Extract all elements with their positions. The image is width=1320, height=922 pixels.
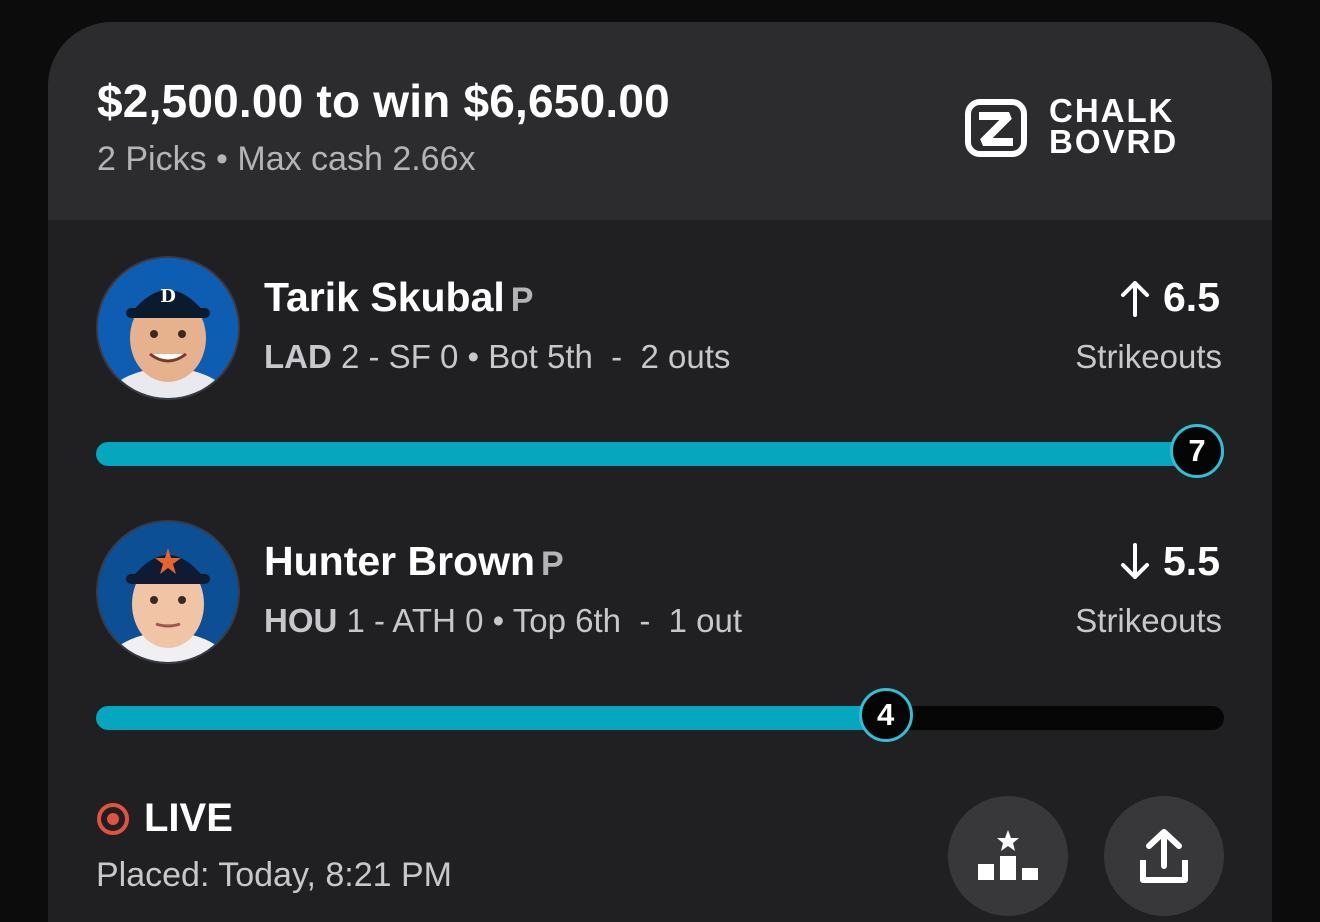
game-score: 1 - ATH 0 • Top 6th - 1 out (346, 602, 743, 639)
progress-track: 4 (96, 688, 1224, 742)
live-status: LIVE (96, 796, 233, 841)
player-team: HOU (264, 602, 338, 639)
progress-fill (96, 442, 1224, 466)
progress-current-value: 4 (858, 688, 913, 742)
bet-title: $2,500.00 to win $6,650.00 (97, 75, 670, 127)
arrow-down-icon (1121, 542, 1149, 579)
stat-type: Strikeouts (1075, 602, 1222, 639)
live-indicator-icon (97, 802, 129, 835)
stat-type: Strikeouts (1075, 338, 1222, 375)
share-icon (1140, 829, 1188, 883)
brand-line-1: CHALK (1049, 92, 1175, 129)
chalkboard-logo-icon (965, 99, 1027, 157)
pick-line: 5.5 (1119, 538, 1220, 585)
pick-line: 6.5 (1119, 274, 1220, 321)
pick-row[interactable]: D Tarik Skubal P LAD 2 - SF 0 • Bot 5th -… (48, 256, 1272, 478)
leaderboard-icon (978, 830, 1038, 880)
progress-track: 7 (96, 424, 1224, 478)
player-team: LAD (264, 338, 332, 375)
brand-wordmark: CHALK BOVRD (1049, 92, 1179, 160)
bet-subtitle: 2 Picks • Max cash 2.66x (97, 140, 476, 178)
player-photo (98, 522, 238, 662)
arrow-up-icon (1121, 280, 1149, 317)
player-avatar: D (96, 256, 240, 400)
share-button[interactable] (1104, 796, 1224, 916)
progress-current-value: 7 (1170, 424, 1224, 478)
picks-list: D Tarik Skubal P LAD 2 - SF 0 • Bot 5th -… (48, 220, 1272, 922)
live-label: LIVE (144, 796, 233, 840)
bet-card[interactable]: $2,500.00 to win $6,650.00 2 Picks • Max… (48, 22, 1272, 922)
brand-line-2: BOVRD (1049, 123, 1179, 160)
line-value: 6.5 (1163, 274, 1220, 320)
player-name: Hunter Brown P (264, 538, 564, 584)
player-photo: D (98, 258, 238, 398)
leaderboard-button[interactable] (948, 796, 1068, 916)
line-value: 5.5 (1163, 538, 1220, 584)
pick-row[interactable]: Hunter Brown P HOU 1 - ATH 0 • Top 6th - … (48, 520, 1272, 742)
player-name: Tarik Skubal P (264, 274, 534, 320)
bet-card-header: $2,500.00 to win $6,650.00 2 Picks • Max… (48, 22, 1272, 220)
progress-fill (96, 706, 886, 730)
svg-text:D: D (160, 286, 176, 307)
placed-time: Placed: Today, 8:21 PM (96, 856, 452, 894)
player-position: P (541, 545, 564, 583)
game-status: HOU 1 - ATH 0 • Top 6th - 1 out (264, 602, 742, 640)
brand-logo: CHALK BOVRD (965, 92, 1225, 160)
game-status: LAD 2 - SF 0 • Bot 5th - 2 outs (264, 338, 730, 376)
player-position: P (510, 281, 534, 319)
player-avatar (96, 520, 240, 664)
game-score: 2 - SF 0 • Bot 5th - 2 outs (341, 338, 731, 375)
